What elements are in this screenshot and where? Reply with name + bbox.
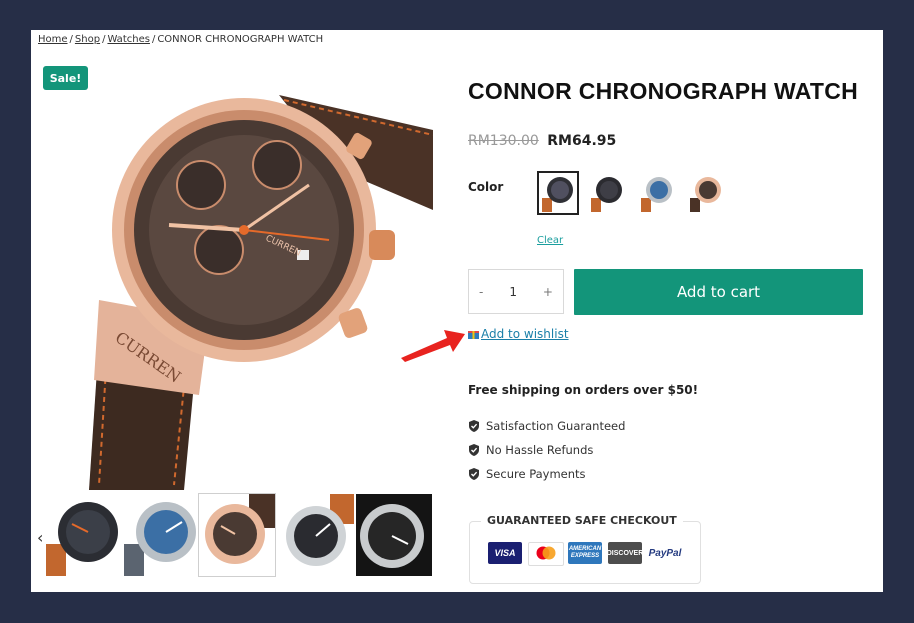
breadcrumb: Home / Shop / Watches / CONNOR CHRONOGRAPH WAT… xyxy=(38,34,323,45)
feature-item: No Hassle Refunds xyxy=(468,443,593,457)
gift-icon xyxy=(468,328,479,342)
quantity-stepper: - 1 + xyxy=(468,269,564,314)
breadcrumb-separator: / xyxy=(151,34,156,45)
amex-label: AMERICAN EXPRESS xyxy=(568,546,602,559)
feature-item: Satisfaction Guaranteed xyxy=(468,419,625,433)
paypal-label: PayPal xyxy=(648,547,682,559)
breadcrumb-current: CONNOR CHRONOGRAPH WATCH xyxy=(157,34,324,45)
product-page: Home / Shop / Watches / CONNOR CHRONOGRAPH WAT… xyxy=(31,30,883,592)
free-shipping-text: Free shipping on orders over $50! xyxy=(468,383,699,397)
feature-item: Secure Payments xyxy=(468,467,586,481)
thumbnail-prev-icon[interactable]: ‹ xyxy=(37,528,43,547)
color-swatch-4[interactable] xyxy=(686,172,726,214)
add-to-cart-button[interactable]: Add to cart xyxy=(574,269,863,315)
clear-link[interactable]: Clear xyxy=(537,235,563,246)
thumbnail-strip: ‹ xyxy=(31,492,436,578)
breadcrumb-separator: / xyxy=(69,34,73,45)
feature-label: Satisfaction Guaranteed xyxy=(486,419,626,433)
thumbnail-3[interactable] xyxy=(198,493,276,577)
product-price: RM130.00 RM64.95 xyxy=(468,133,616,149)
qty-value[interactable]: 1 xyxy=(509,285,517,299)
thumbnail-4[interactable] xyxy=(278,494,354,576)
breadcrumb-separator: / xyxy=(102,34,106,45)
sale-price: RM64.95 xyxy=(547,133,617,149)
thumbnail-2[interactable] xyxy=(124,494,200,576)
discover-label: DISCOVER xyxy=(606,549,644,557)
feature-label: No Hassle Refunds xyxy=(486,443,594,457)
breadcrumb-shop[interactable]: Shop xyxy=(75,34,100,45)
color-swatch-1[interactable] xyxy=(537,171,579,215)
thumbnail-5[interactable] xyxy=(356,494,432,576)
breadcrumb-home[interactable]: Home xyxy=(38,34,68,45)
qty-plus-button[interactable]: + xyxy=(543,285,553,299)
visa-label: VISA xyxy=(494,548,516,558)
shield-check-icon xyxy=(469,444,479,456)
product-title: CONNOR CHRONOGRAPH WATCH xyxy=(468,78,859,104)
red-arrow-icon xyxy=(401,330,465,362)
safe-checkout-label: GUARANTEED SAFE CHECKOUT xyxy=(481,514,683,527)
wishlist: Add to wishlist xyxy=(468,327,569,342)
add-to-wishlist-link[interactable]: Add to wishlist xyxy=(481,327,569,341)
old-price: RM130.00 xyxy=(468,133,539,149)
amex-icon: AMERICAN EXPRESS xyxy=(568,542,602,564)
shield-check-icon xyxy=(469,420,479,432)
product-main-image[interactable]: CURREN CURREN xyxy=(79,90,433,490)
shield-check-icon xyxy=(469,468,479,480)
sale-badge: Sale! xyxy=(43,66,88,90)
feature-label: Secure Payments xyxy=(486,467,586,481)
visa-icon: VISA xyxy=(488,542,522,564)
thumbnail-1[interactable] xyxy=(46,494,122,576)
color-swatch-2[interactable] xyxy=(587,172,627,214)
mastercard-icon xyxy=(528,542,564,566)
color-swatch-3[interactable] xyxy=(637,172,677,214)
paypal-icon: PayPal xyxy=(648,542,682,564)
breadcrumb-watches[interactable]: Watches xyxy=(107,34,150,45)
color-label: Color xyxy=(468,180,504,194)
qty-minus-button[interactable]: - xyxy=(479,285,483,299)
discover-icon: DISCOVER xyxy=(606,542,644,564)
